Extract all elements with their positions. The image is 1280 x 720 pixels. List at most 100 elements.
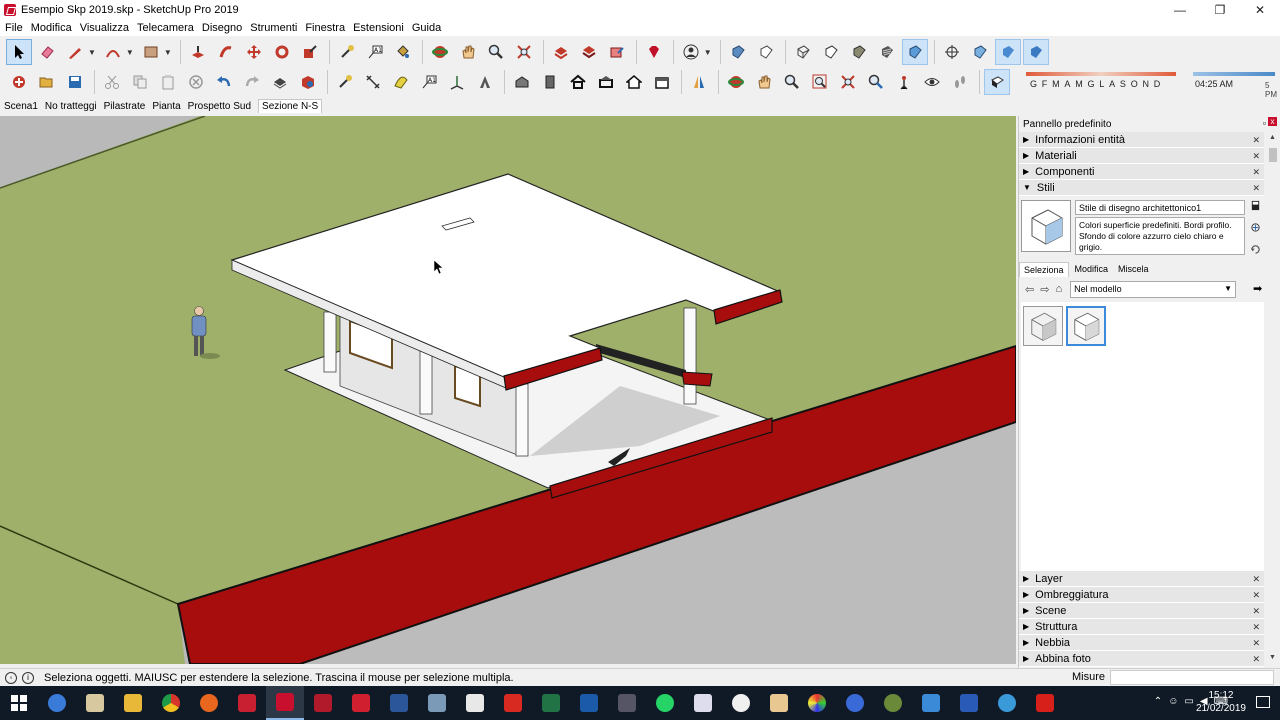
zoom-button[interactable]	[483, 39, 509, 65]
scene-tab-no-tratteggi[interactable]: No tratteggi	[45, 100, 97, 113]
panel-match-photo[interactable]: ▶ Abbina foto ✕	[1019, 651, 1264, 667]
network-icon[interactable]: ▭	[1184, 696, 1193, 707]
zoom-window-button[interactable]	[807, 69, 833, 95]
print-button[interactable]	[267, 69, 293, 95]
new-file-button[interactable]	[6, 69, 32, 95]
maximize-button[interactable]: ❐	[1200, 0, 1240, 20]
previous-view-button[interactable]	[863, 69, 889, 95]
scroll-down-icon[interactable]: ▼	[1269, 654, 1276, 661]
shadow-time-bar[interactable]	[1193, 72, 1275, 76]
zoom-extents-button[interactable]	[511, 39, 537, 65]
gable-button[interactable]	[621, 69, 647, 95]
taskbar-tree-app[interactable]	[874, 686, 912, 720]
pan-button[interactable]	[455, 39, 481, 65]
panel-close-icon[interactable]: ✕	[1252, 622, 1260, 633]
open-file-button[interactable]	[34, 69, 60, 95]
extension-warehouse-button[interactable]	[641, 39, 667, 65]
back-arrow-icon[interactable]: ⇦	[1025, 283, 1034, 296]
taskbar-cortana[interactable]	[38, 686, 76, 720]
shadow-time-slider[interactable]: 04:25 AM 5 PM	[1193, 72, 1277, 99]
panel-components[interactable]: ▶ Componenti ✕	[1019, 164, 1264, 180]
box-button[interactable]	[649, 69, 675, 95]
taskbar-gear-app[interactable]	[988, 686, 1026, 720]
protractor-button[interactable]	[388, 69, 414, 95]
menu-disegno[interactable]: Disegno	[202, 22, 242, 34]
chevron-up-icon[interactable]: ⌃	[1154, 696, 1162, 707]
rotate-tool-button[interactable]	[269, 39, 295, 65]
taskbar-sync[interactable]	[836, 686, 874, 720]
taskbar-calculator[interactable]	[456, 686, 494, 720]
taskbar-notepad[interactable]	[684, 686, 722, 720]
panel-close-icon[interactable]: ✕	[1252, 606, 1260, 617]
delete-button[interactable]	[183, 69, 209, 95]
scene-tab-sezione-ns[interactable]: Sezione N-S	[258, 99, 323, 113]
taskbar-photos[interactable]	[760, 686, 798, 720]
scrollbar-thumb[interactable]	[1269, 148, 1277, 162]
arc-tool-button[interactable]	[100, 39, 126, 65]
taskbar-word[interactable]	[380, 686, 418, 720]
panel-close-icon[interactable]: ✕	[1252, 167, 1260, 178]
chevron-down-icon[interactable]: ▼	[126, 48, 134, 57]
roof-button[interactable]	[593, 69, 619, 95]
dimension-button[interactable]	[360, 69, 386, 95]
select-tool-button[interactable]	[6, 39, 32, 65]
style-shaded-button[interactable]	[846, 39, 872, 65]
shadow-month-slider[interactable]: GFMAMGLASOND	[1026, 72, 1184, 92]
tab-seleziona[interactable]: Seleziona	[1019, 262, 1069, 277]
taskbar-layout[interactable]	[228, 686, 266, 720]
orbit-button[interactable]	[427, 39, 453, 65]
style-xray-button[interactable]	[725, 39, 751, 65]
minimize-button[interactable]: —	[1160, 0, 1200, 20]
panel-styles[interactable]: ▼ Stili ✕	[1019, 180, 1264, 196]
menu-visualizza[interactable]: Visualizza	[80, 22, 129, 34]
look-around-button[interactable]	[919, 69, 945, 95]
taskbar-whatsapp[interactable]	[646, 686, 684, 720]
tape-measure-button-2[interactable]	[332, 69, 358, 95]
taskbar-files[interactable]	[76, 686, 114, 720]
taskbar-style-builder[interactable]	[304, 686, 342, 720]
taskbar-chrome[interactable]	[152, 686, 190, 720]
style-name-field[interactable]: Stile di disegno architettonico1	[1075, 200, 1245, 215]
panel-fog[interactable]: ▶ Nebbia ✕	[1019, 635, 1264, 651]
line-tool-button[interactable]	[62, 39, 88, 65]
share-model-button[interactable]	[576, 39, 602, 65]
taskbar-sketchup[interactable]	[266, 686, 304, 720]
iso-view-button[interactable]	[967, 39, 993, 65]
taskbar-remote[interactable]	[912, 686, 950, 720]
panel-close-icon[interactable]: ✕	[1252, 654, 1260, 665]
panel-layer[interactable]: ▶ Layer ✕	[1019, 571, 1264, 587]
scene-tab-pianta[interactable]: Pianta	[152, 100, 180, 113]
model-viewport[interactable]	[0, 116, 1016, 664]
top-view-button[interactable]	[994, 39, 1021, 65]
front-view-button[interactable]	[1022, 39, 1049, 65]
warehouse-button[interactable]	[548, 39, 574, 65]
close-window-button[interactable]: ✕	[1240, 0, 1280, 20]
style-textured-button[interactable]	[874, 39, 900, 65]
cut-button[interactable]	[99, 69, 125, 95]
menu-telecamera[interactable]: Telecamera	[137, 22, 194, 34]
panel-close-icon[interactable]: ✕	[1252, 638, 1260, 649]
menu-estensioni[interactable]: Estensioni	[353, 22, 404, 34]
section-plane-button[interactable]	[686, 69, 712, 95]
panel-outliner[interactable]: ▶ Struttura ✕	[1019, 619, 1264, 635]
create-style-icon[interactable]	[1250, 222, 1261, 233]
door-button[interactable]	[537, 69, 563, 95]
update-style-icon[interactable]	[1250, 200, 1261, 211]
pin-icon[interactable]: ▫	[1263, 118, 1266, 128]
style-backedges-button[interactable]	[753, 39, 779, 65]
text-button-2[interactable]: A1	[416, 69, 442, 95]
taskbar-firefox[interactable]	[190, 686, 228, 720]
orbit-button-2[interactable]	[723, 69, 749, 95]
tab-modifica[interactable]: Modifica	[1071, 262, 1113, 277]
move-tool-button[interactable]	[241, 39, 267, 65]
taskbar-color-app[interactable]	[798, 686, 836, 720]
forward-arrow-icon[interactable]: ⇨	[1040, 283, 1049, 296]
chevron-down-icon[interactable]: ▼	[164, 48, 172, 57]
share-component-button[interactable]	[604, 39, 630, 65]
paint-bucket-button[interactable]	[390, 39, 416, 65]
style-thumbnail-2[interactable]	[1066, 306, 1106, 346]
taskbar-search-app[interactable]	[722, 686, 760, 720]
save-file-button[interactable]	[62, 69, 88, 95]
taskbar-excel[interactable]	[532, 686, 570, 720]
scene-tab-prospetto-sud[interactable]: Prospetto Sud	[188, 100, 251, 113]
